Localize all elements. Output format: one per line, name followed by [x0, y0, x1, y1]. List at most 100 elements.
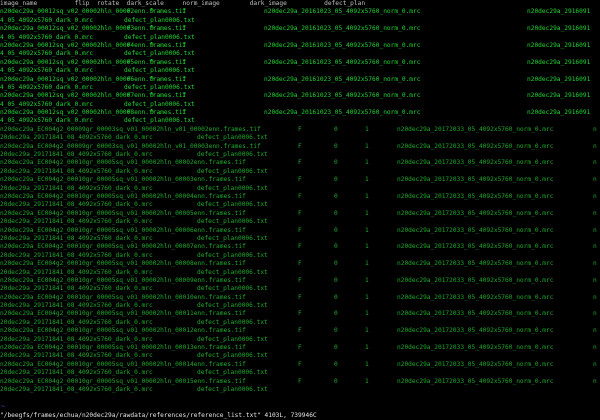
terminal-window[interactable]: image_name flip rotate dark_scale norm_i…: [0, 0, 600, 420]
dark-image-continued-cell: 4_05_4092x5760_dark_0.mrc: [0, 16, 94, 24]
image-name-cell: n20dec29a_EC004g2_00010gr_00005sq_v01_00…: [0, 209, 246, 217]
norm-image-cell: n20dec29a_20161023_05_4092x5760_norm_0.m…: [264, 58, 421, 66]
dark-image-continued-cell: 20dec29a_29171841_08_4092x5760_dark_0.mr…: [0, 285, 153, 293]
flip-cell: F: [298, 344, 302, 352]
table-row-wrap: 20dec29a_29171841_08_4092x5760_dark_0.mr…: [0, 269, 600, 277]
table-row-wrap: 20dec29a_29171841_08_4092x5760_dark_0.mr…: [0, 252, 600, 260]
defect-plan-cell: defect_plan0006.txt: [197, 251, 268, 259]
dark-scale-cell: 1: [365, 159, 369, 167]
image-name-cell: n20dec29a_EC004g2_00010gr_00005sq_v01_00…: [0, 377, 246, 385]
norm-image-cell: n20dec29a_20161023_05_4092x5760_norm_0.m…: [264, 109, 421, 117]
table-row: n20dec29a_EC004g2_00010gr_00005sq_v01_00…: [0, 243, 600, 251]
column-header-line: image_name flip rotate dark_scale norm_i…: [0, 0, 366, 7]
table-row-wrap: 4_05_4092x5760_dark_0.mrc defect_plan0006…: [0, 117, 600, 125]
flip-cell: F: [127, 75, 131, 83]
dark-image-cell: n: [593, 377, 597, 385]
norm-image-cell: n20dec29a_20172033_05_4092x5760_norm_0.m…: [397, 159, 554, 167]
table-row: n20dec29a_EC004g2_00010gr_00005sq_v01_00…: [0, 361, 600, 369]
image-name-cell: n20dec29a_00012sq_v02_00002hln_00002enn.…: [0, 8, 187, 16]
rotate-cell: 0: [334, 142, 338, 150]
dark-image-continued-cell: 20dec29a_29171841_08_4092x5760_dark_0.mr…: [0, 352, 153, 360]
table-row: n20dec29a_EC004g2_00010gr_00005sq_v01_00…: [0, 327, 600, 335]
table-row: n20dec29a_EC004g2_00010gr_00005sq_v01_00…: [0, 378, 600, 386]
dark-image-continued-cell: 20dec29a_29171841_08_4092x5760_dark_0.mr…: [0, 335, 153, 343]
rotate-cell: 0: [334, 226, 338, 234]
defect-plan-cell: defect_plan0006.txt: [197, 335, 268, 343]
table-row: n20dec29a_00012sq_v02_00002hln_00003enn.…: [0, 25, 600, 33]
flip-cell: F: [298, 327, 302, 335]
defect-plan-cell: defect_plan0006.txt: [197, 167, 268, 175]
dark-scale-cell: 1: [365, 360, 369, 368]
table-row-wrap: 20dec29a_29171841_08_4092x5760_dark_0.mr…: [0, 185, 600, 193]
dark-image-continued-cell: 20dec29a_29171841_08_4092x5760_dark_0.mr…: [0, 201, 153, 209]
norm-image-cell: n20dec29a_20161023_05_4092x5760_norm_0.m…: [264, 41, 421, 49]
defect-plan-cell: defect_plan0006.txt: [124, 67, 195, 75]
table-row-wrap: 20dec29a_29171841_08_4092x5760_dark_0.mr…: [0, 134, 600, 142]
dark-image-cell: n: [593, 344, 597, 352]
defect-plan-cell: defect_plan0006.txt: [197, 318, 268, 326]
norm-image-cell: n20dec29a_20161023_05_4092x5760_norm_0.m…: [264, 8, 421, 16]
table-row: n20dec29a_EC004g2_00010gr_00005sq_v01_00…: [0, 176, 600, 184]
dark-image-continued-cell: 4_05_4092x5760_dark_0.mrc: [0, 83, 94, 91]
defect-plan-cell: defect_plan0006.txt: [197, 234, 268, 242]
table-row: n20dec29a_EC004g2_00010gr_00005sq_v01_00…: [0, 277, 600, 285]
dark-scale-cell: 1: [365, 243, 369, 251]
table-row: n20dec29a_EC004g2_00010gr_00005sq_v01_00…: [0, 193, 600, 201]
defect-plan-cell: defect_plan0006.txt: [197, 302, 268, 310]
table-row-wrap: 20dec29a_29171841_08_4092x5760_dark_0.mr…: [0, 201, 600, 209]
image-name-cell: n20dec29a_EC004g2_00010gr_00005sq_v01_00…: [0, 276, 246, 284]
dark-image-cell: n: [593, 226, 597, 234]
image-name-cell: n20dec29a_00012sq_v02_00002hln_00003enn.…: [0, 25, 187, 33]
table-row: n20dec29a_00012sq_v02_00002hln_00004enn.…: [0, 42, 600, 50]
table-row-wrap: 4_05_4092x5760_dark_0.mrc defect_plan0006…: [0, 17, 600, 25]
dark-scale-cell: 1: [365, 276, 369, 284]
image-name-cell: n20dec29a_EC004g2_00010gr_00005sq_v01_00…: [0, 243, 246, 251]
table-row-wrap: 20dec29a_29171841_08_4092x5760_dark_0.mr…: [0, 369, 600, 377]
dark-image-continued-cell: 20dec29a_29171841_08_4092x5760_dark_0.mr…: [0, 218, 153, 226]
dark-image-cell: n20dec29a_2916091: [527, 75, 591, 83]
rotate-cell: 0: [334, 209, 338, 217]
image-name-cell: n20dec29a_EC004g2_00010gr_00005sq_v01_00…: [0, 159, 246, 167]
dark-image-cell: n: [593, 293, 597, 301]
rotate-cell: 0: [334, 360, 338, 368]
dark-image-cell: n20dec29a_2916091: [527, 41, 591, 49]
flip-cell: F: [298, 260, 302, 268]
rotate-cell: 0: [334, 176, 338, 184]
flip-cell: F: [298, 243, 302, 251]
table-row-wrap: 20dec29a_29171841_08_4092x5760_dark_0.mr…: [0, 319, 600, 327]
table-row-wrap: 20dec29a_29171841_08_4092x5760_dark_0.mr…: [0, 151, 600, 159]
table-row: n20dec29a_00012sq_v02_00002hln_00006enn.…: [0, 76, 600, 84]
dark-image-continued-cell: 20dec29a_29171841_08_4092x5760_dark_0.mr…: [0, 385, 153, 393]
file-text-area[interactable]: image_name flip rotate dark_scale norm_i…: [0, 0, 600, 394]
table-row-wrap: 4_05_4092x5760_dark_0.mrc defect_plan0006…: [0, 101, 600, 109]
flip-cell: F: [127, 92, 131, 100]
dark-image-continued-cell: 20dec29a_29171841_08_4092x5760_dark_0.mr…: [0, 251, 153, 259]
dark-scale-cell: 1: [365, 344, 369, 352]
defect-plan-cell: defect_plan0006.txt: [197, 385, 268, 393]
dark-image-continued-cell: 4_05_4092x5760_dark_0.mrc: [0, 50, 94, 58]
defect-plan-cell: defect_plan0006.txt: [197, 285, 268, 293]
dark-scale-cell: 1: [365, 260, 369, 268]
dark-scale-cell: 1: [182, 75, 186, 83]
dark-image-cell: n: [593, 176, 597, 184]
dark-image-cell: n20dec29a_2916091: [527, 109, 591, 117]
norm-image-cell: n20dec29a_20172033_05_4092x5760_norm_0.m…: [397, 243, 554, 251]
image-name-cell: n20dec29a_EC004g2_00010gr_00005sq_v01_00…: [0, 327, 246, 335]
dark-image-continued-cell: 20dec29a_29171841_08_4092x5760_dark_0.mr…: [0, 151, 153, 159]
flip-cell: F: [127, 8, 131, 16]
table-row: n20dec29a_00012sq_v02_00002hln_00008enn.…: [0, 109, 600, 117]
rotate-cell: 0: [150, 41, 154, 49]
image-name-cell: n20dec29a_00012sq_v02_00002hln_00008enn.…: [0, 109, 187, 117]
image-name-cell: n20dec29a_EC004g2_00010gr_00005sq_v01_00…: [0, 293, 246, 301]
dark-scale-cell: 1: [365, 192, 369, 200]
dark-image-continued-cell: 20dec29a_29171841_08_4092x5760_dark_0.mr…: [0, 318, 153, 326]
dark-scale-cell: 1: [182, 8, 186, 16]
table-row: n20dec29a_00012sq_v02_00002hln_00002enn.…: [0, 8, 600, 16]
rotate-cell: 0: [334, 310, 338, 318]
table-row: n20dec29a_EC004g2_00010gr_00005sq_v01_00…: [0, 210, 600, 218]
defect-plan-cell: defect_plan0006.txt: [124, 50, 195, 58]
dark-image-continued-cell: 20dec29a_29171841_08_4092x5760_dark_0.mr…: [0, 268, 153, 276]
dark-scale-cell: 1: [365, 226, 369, 234]
table-row-wrap: 20dec29a_29171841_08_4092x5760_dark_0.mr…: [0, 302, 600, 310]
norm-image-cell: n20dec29a_20172033_05_4092x5760_norm_0.m…: [397, 142, 554, 150]
